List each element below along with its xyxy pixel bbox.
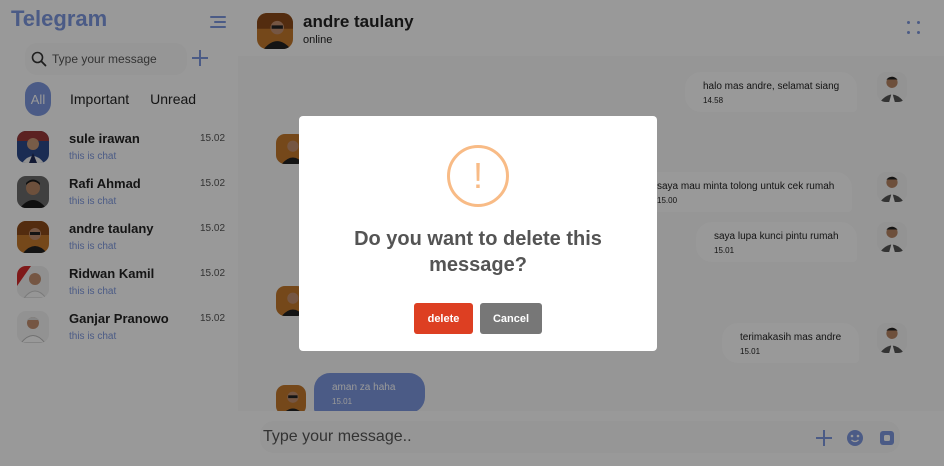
dialog-title: Do you want to delete this message? (354, 228, 602, 276)
delete-button[interactable]: delete (414, 303, 473, 334)
warning-glyph: ! (472, 155, 483, 196)
cancel-button[interactable]: Cancel (480, 303, 542, 334)
delete-confirm-dialog: ! Do you want to delete this message? de… (299, 116, 657, 351)
warning-icon: ! (447, 145, 509, 207)
